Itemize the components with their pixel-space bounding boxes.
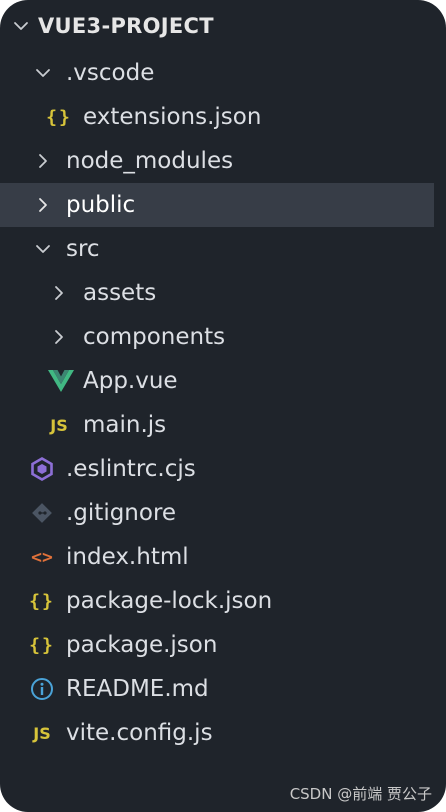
tree-item-label: package-lock.json: [66, 588, 273, 614]
tree-item-package-lock-json[interactable]: {} package-lock.json: [0, 579, 434, 623]
tree-item-vite-config-js[interactable]: JS vite.config.js: [0, 711, 434, 755]
tree-item-main-js[interactable]: JS main.js: [0, 403, 434, 447]
tree-item-eslintrc[interactable]: .eslintrc.cjs: [0, 447, 434, 491]
tree-item-label: src: [66, 236, 100, 262]
json-file-icon: {}: [29, 590, 55, 612]
tree-item-gitignore[interactable]: .gitignore: [0, 491, 434, 535]
vue-logo-icon: [46, 359, 76, 403]
file-explorer-panel: VUE3-PROJECT .vscode {} extensions.json …: [0, 0, 446, 812]
watermark-text: CSDN @前端 贾公子: [289, 785, 432, 803]
tree-item-label: index.html: [66, 544, 189, 570]
tree-item-label: README.md: [66, 676, 209, 702]
json-file-icon: {}: [29, 634, 55, 656]
chevron-down-icon: [14, 22, 28, 30]
tree-item-app-vue[interactable]: App.vue: [0, 359, 434, 403]
project-title: VUE3-PROJECT: [38, 14, 214, 38]
chevron-right-icon: [28, 183, 58, 227]
tree-item-assets-folder[interactable]: assets: [0, 271, 434, 315]
tree-item-components-folder[interactable]: components: [0, 315, 434, 359]
tree-item-label: .gitignore: [66, 500, 177, 526]
tree-item-index-html[interactable]: <> index.html: [0, 535, 434, 579]
chevron-right-icon: [28, 139, 58, 183]
chevron-right-icon: [44, 315, 74, 359]
tree-item-label: public: [66, 192, 136, 218]
tree-item-label: vite.config.js: [66, 720, 213, 746]
tree-item-vscode-folder[interactable]: .vscode: [0, 51, 434, 95]
eslint-icon: [27, 447, 57, 491]
tree-item-label: package.json: [66, 632, 218, 658]
tree-item-label: .eslintrc.cjs: [66, 456, 196, 482]
git-icon: [27, 491, 57, 535]
chevron-down-icon: [28, 227, 58, 271]
html-file-icon: <>: [31, 546, 53, 568]
info-icon: [27, 667, 57, 711]
js-file-icon: JS: [33, 723, 51, 743]
chevron-right-icon: [44, 271, 74, 315]
tree-item-label: .vscode: [66, 60, 155, 86]
tree-item-label: assets: [83, 280, 157, 306]
tree-item-label: main.js: [83, 412, 167, 438]
tree-item-label: extensions.json: [83, 104, 262, 130]
tree-item-public-folder[interactable]: public: [0, 183, 434, 227]
tree-item-extensions-json[interactable]: {} extensions.json: [0, 95, 434, 139]
tree-item-package-json[interactable]: {} package.json: [0, 623, 434, 667]
tree-item-label: App.vue: [83, 368, 178, 394]
tree-item-label: components: [83, 324, 226, 350]
project-header[interactable]: VUE3-PROJECT: [0, 7, 446, 47]
tree-item-label: node_modules: [66, 148, 234, 174]
chevron-down-icon: [28, 51, 58, 95]
tree-item-readme[interactable]: README.md: [0, 667, 434, 711]
json-file-icon: {}: [46, 106, 72, 128]
js-file-icon: JS: [50, 415, 68, 435]
tree-item-node-modules-folder[interactable]: node_modules: [0, 139, 434, 183]
tree-item-src-folder[interactable]: src: [0, 227, 434, 271]
